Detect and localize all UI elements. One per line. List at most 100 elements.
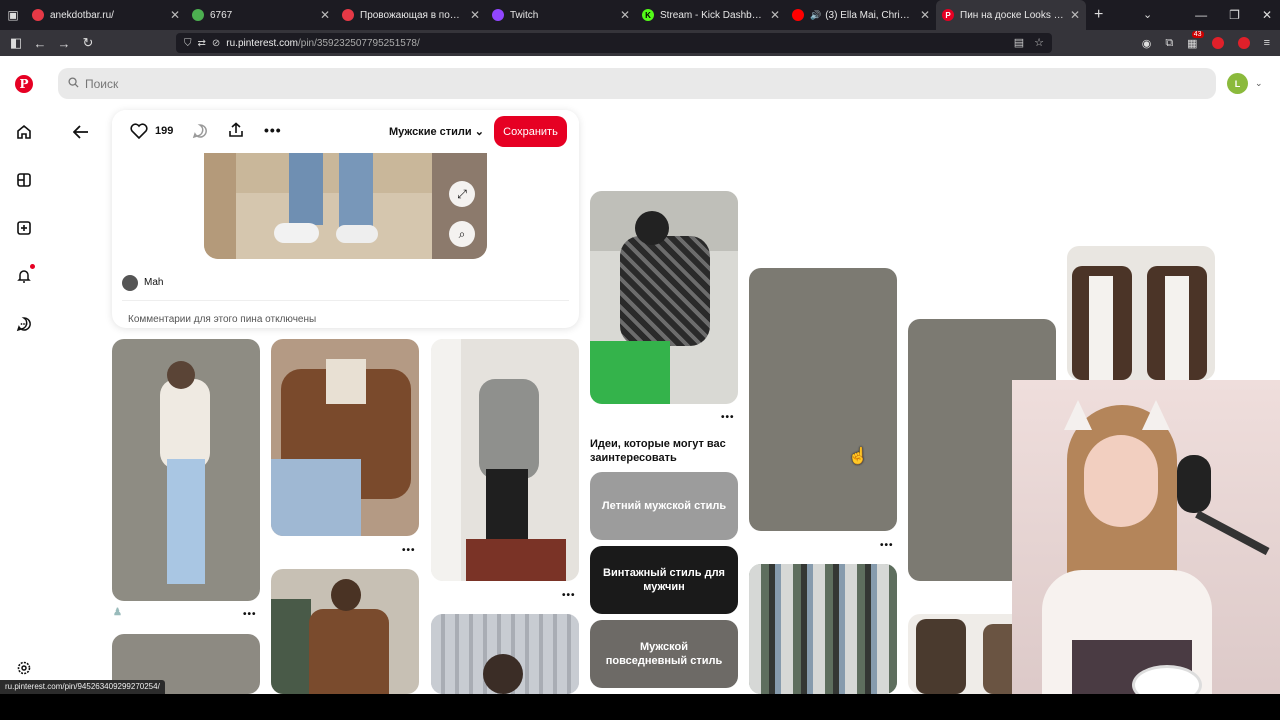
close-tab-icon[interactable]: ✕ xyxy=(920,8,930,22)
save-button[interactable]: Сохранить xyxy=(494,116,567,147)
browser-tab-active[interactable]: P Пин на доске Looks for me ✕ xyxy=(936,0,1086,30)
close-tab-icon[interactable]: ✕ xyxy=(170,8,180,22)
shield-icon[interactable]: ⛉ xyxy=(184,38,192,49)
visual-search-icon[interactable]: ⌕ xyxy=(449,221,475,247)
pin-thumbnail-loading[interactable] xyxy=(749,268,897,531)
permissions-icon[interactable]: ⇄ xyxy=(198,38,206,49)
tab-title: 6767 xyxy=(210,9,233,21)
browser-tab[interactable]: 6767 ✕ xyxy=(186,0,336,30)
explore-icon[interactable] xyxy=(14,170,34,190)
pinterest-logo-icon[interactable]: P xyxy=(14,74,34,94)
like-count: 199 xyxy=(155,125,174,137)
messages-icon[interactable] xyxy=(14,314,34,334)
pin-thumbnail[interactable] xyxy=(271,569,419,694)
user-avatar[interactable]: L xyxy=(1227,73,1248,94)
notifications-icon[interactable] xyxy=(14,264,35,286)
board-name: Мужские стили xyxy=(389,126,472,138)
divider xyxy=(122,300,569,301)
back-icon[interactable]: ← xyxy=(28,30,52,56)
tab-title: Twitch xyxy=(510,9,539,21)
pin-more-icon[interactable]: ••• xyxy=(243,609,257,620)
back-arrow-icon[interactable] xyxy=(70,121,92,143)
reader-view-icon[interactable]: ▤ xyxy=(1014,36,1024,49)
favicon-icon: P xyxy=(942,9,954,21)
idea-label: Мужской повседневный стиль xyxy=(605,641,723,667)
pin-thumbnail[interactable] xyxy=(431,614,579,694)
comment-icon[interactable] xyxy=(192,123,208,144)
tab-title: anekdotbar.ru/ xyxy=(50,9,114,21)
pin-thumbnail[interactable] xyxy=(1067,246,1215,380)
browser-tab[interactable]: Twitch ✕ xyxy=(486,0,636,30)
restore-icon[interactable]: ❐ xyxy=(1229,8,1240,22)
search-input[interactable] xyxy=(85,76,685,91)
adblock-icon[interactable] xyxy=(1211,37,1224,49)
close-tab-icon[interactable]: ✕ xyxy=(320,8,330,22)
browser-tab[interactable]: K Stream - Kick Dashboard ✕ xyxy=(636,0,786,30)
account-chevron-down-icon[interactable]: ⌄ xyxy=(1255,78,1263,89)
pin-thumbnail[interactable] xyxy=(112,339,260,601)
author-avatar[interactable] xyxy=(122,275,138,291)
pin-more-icon[interactable]: ••• xyxy=(880,540,894,551)
favicon-icon xyxy=(792,9,804,21)
account-icon[interactable]: ◉ xyxy=(1142,37,1152,50)
create-icon[interactable] xyxy=(14,218,34,238)
settings-gear-icon[interactable] xyxy=(14,658,34,678)
idea-card[interactable]: Винтажный стиль для мужчин xyxy=(590,546,738,614)
pinterest-sidebar: P xyxy=(0,56,48,686)
bookmark-star-icon[interactable]: ☆ xyxy=(1034,36,1044,49)
pin-more-icon[interactable]: ••• xyxy=(562,590,576,601)
ideas-section-title: Идеи, которые могут вас заинтересовать xyxy=(590,438,726,464)
youtube-extension-icon[interactable] xyxy=(1237,37,1250,49)
board-selector[interactable]: Мужские стили ⌄ xyxy=(389,125,484,138)
pin-thumbnail[interactable] xyxy=(271,339,419,536)
more-options-icon[interactable]: ••• xyxy=(264,122,282,138)
reload-icon[interactable]: ↻ xyxy=(76,30,100,56)
idea-card[interactable]: Летний мужской стиль xyxy=(590,472,738,540)
pin-image[interactable]: ⤢ ⌕ xyxy=(204,153,487,259)
tab-title: (3) Ella Mai, Chris Brown, B xyxy=(825,9,914,21)
pin-thumbnail[interactable] xyxy=(590,191,738,404)
extension-badge-icon[interactable]: ▦ 43 xyxy=(1187,30,1204,50)
pin-thumbnail[interactable] xyxy=(749,564,897,694)
pin-toolbar: 199 ••• Мужские стили ⌄ Сохранить xyxy=(112,110,579,153)
notification-dot xyxy=(30,264,35,269)
bottom-bar xyxy=(0,694,1280,720)
close-tab-icon[interactable]: ✕ xyxy=(470,8,480,22)
tab-list-icon[interactable]: ▣ xyxy=(0,0,26,30)
speaker-icon[interactable]: 🔊 xyxy=(810,10,821,21)
new-tab-icon[interactable]: + xyxy=(1094,6,1103,24)
url-path: /pin/359232507795251578/ xyxy=(297,37,420,49)
search-bar[interactable] xyxy=(58,68,1216,99)
tab-overflow-chevron-icon[interactable]: ⌄ xyxy=(1143,8,1152,21)
tab-title: Stream - Kick Dashboard xyxy=(660,9,764,21)
extensions-icon[interactable]: ⧉ xyxy=(1165,37,1173,50)
favicon-icon xyxy=(32,9,44,21)
forward-icon[interactable]: → xyxy=(52,30,76,56)
window-close-icon[interactable]: ✕ xyxy=(1262,8,1272,22)
close-tab-icon[interactable]: ✕ xyxy=(620,8,630,22)
pin-more-icon[interactable]: ••• xyxy=(402,545,416,556)
close-tab-icon[interactable]: ✕ xyxy=(770,8,780,22)
favicon-icon xyxy=(492,9,504,21)
menu-icon[interactable]: ≡ xyxy=(1264,37,1270,49)
browser-tab[interactable]: 🔊 (3) Ella Mai, Chris Brown, B ✕ xyxy=(786,0,936,30)
address-bar[interactable]: ⛉ ⇄ ⊘ ru.pinterest.com/pin/3592325077952… xyxy=(176,33,1052,53)
idea-card[interactable]: Мужской повседневный стиль xyxy=(590,620,738,688)
home-icon[interactable] xyxy=(14,122,34,142)
heart-icon[interactable] xyxy=(130,123,148,144)
share-icon[interactable] xyxy=(228,122,244,143)
pin-thumbnail[interactable] xyxy=(431,339,579,581)
browser-tab[interactable]: anekdotbar.ru/ ✕ xyxy=(26,0,186,30)
sidebar-toggle-icon[interactable]: ◧ xyxy=(4,30,28,56)
webcam-overlay xyxy=(1012,380,1280,703)
expand-icon[interactable]: ⤢ xyxy=(449,181,475,207)
pin-more-icon[interactable]: ••• xyxy=(721,412,735,423)
favicon-icon xyxy=(192,9,204,21)
browser-tab[interactable]: Провожающая в последний п ✕ xyxy=(336,0,486,30)
tab-title: Провожающая в последний п xyxy=(360,9,464,21)
author-name[interactable]: Mah xyxy=(144,277,163,288)
minimize-icon[interactable]: — xyxy=(1195,8,1207,22)
camera-off-icon[interactable]: ⊘ xyxy=(212,38,220,49)
close-tab-icon[interactable]: ✕ xyxy=(1070,8,1080,22)
browser-nav-bar: ◧ ← → ↻ ⛉ ⇄ ⊘ ru.pinterest.com/pin/35923… xyxy=(0,30,1280,56)
